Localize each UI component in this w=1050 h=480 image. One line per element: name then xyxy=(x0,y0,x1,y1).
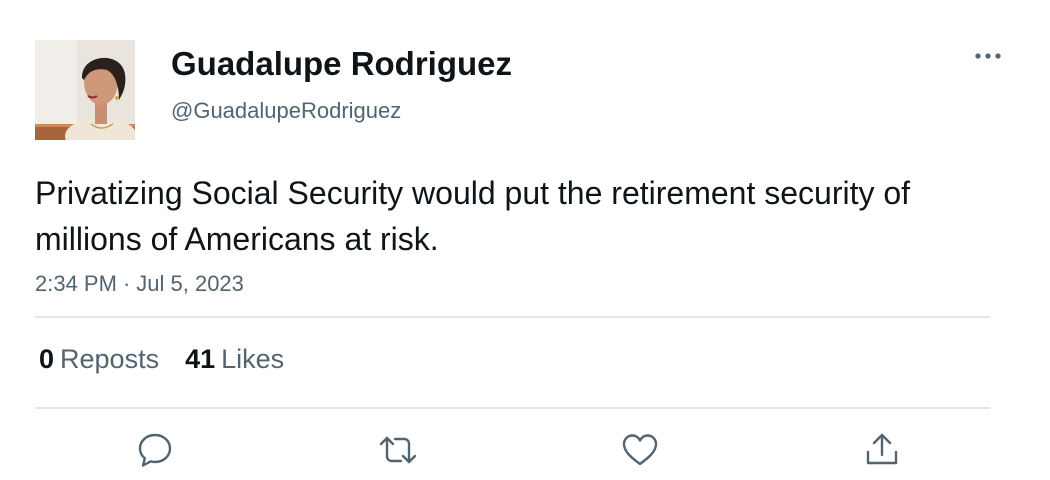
share-button[interactable] xyxy=(860,428,904,472)
like-button[interactable] xyxy=(618,428,662,472)
tweet-time: 2:34 PM xyxy=(35,271,117,296)
repost-arrows-icon xyxy=(379,436,417,464)
reposts-count: 0 xyxy=(39,344,55,374)
more-horizontal-icon xyxy=(975,53,1001,59)
reposts-stat[interactable]: 0 Reposts xyxy=(39,340,159,378)
tweet-date: Jul 5, 2023 xyxy=(136,271,244,296)
tweet-text: Privatizing Social Security would put th… xyxy=(35,175,911,257)
repost-button[interactable] xyxy=(376,428,420,472)
display-name[interactable]: Guadalupe Rodriguez xyxy=(171,44,512,84)
speech-bubble-icon xyxy=(138,433,172,467)
timestamp[interactable]: 2:34 PM · Jul 5, 2023 xyxy=(35,268,244,300)
profile-photo xyxy=(35,40,135,140)
likes-count: 41 xyxy=(185,344,216,374)
divider xyxy=(35,316,990,318)
timestamp-separator: · xyxy=(122,271,131,296)
avatar[interactable] xyxy=(35,40,135,140)
user-handle[interactable]: @GuadalupeRodriguez xyxy=(171,96,401,126)
reply-button[interactable] xyxy=(133,428,177,472)
likes-stat[interactable]: 41 Likes xyxy=(185,340,284,378)
heart-icon xyxy=(622,434,658,466)
divider xyxy=(35,407,990,409)
engagement-stats: 0 Reposts 41 Likes xyxy=(39,340,310,378)
reposts-label: Reposts xyxy=(60,344,160,374)
share-upload-icon xyxy=(866,433,898,465)
more-options-button[interactable] xyxy=(970,44,1006,68)
likes-label: Likes xyxy=(221,344,285,374)
tweet-card: Guadalupe Rodriguez @GuadalupeRodriguez … xyxy=(0,0,1050,480)
